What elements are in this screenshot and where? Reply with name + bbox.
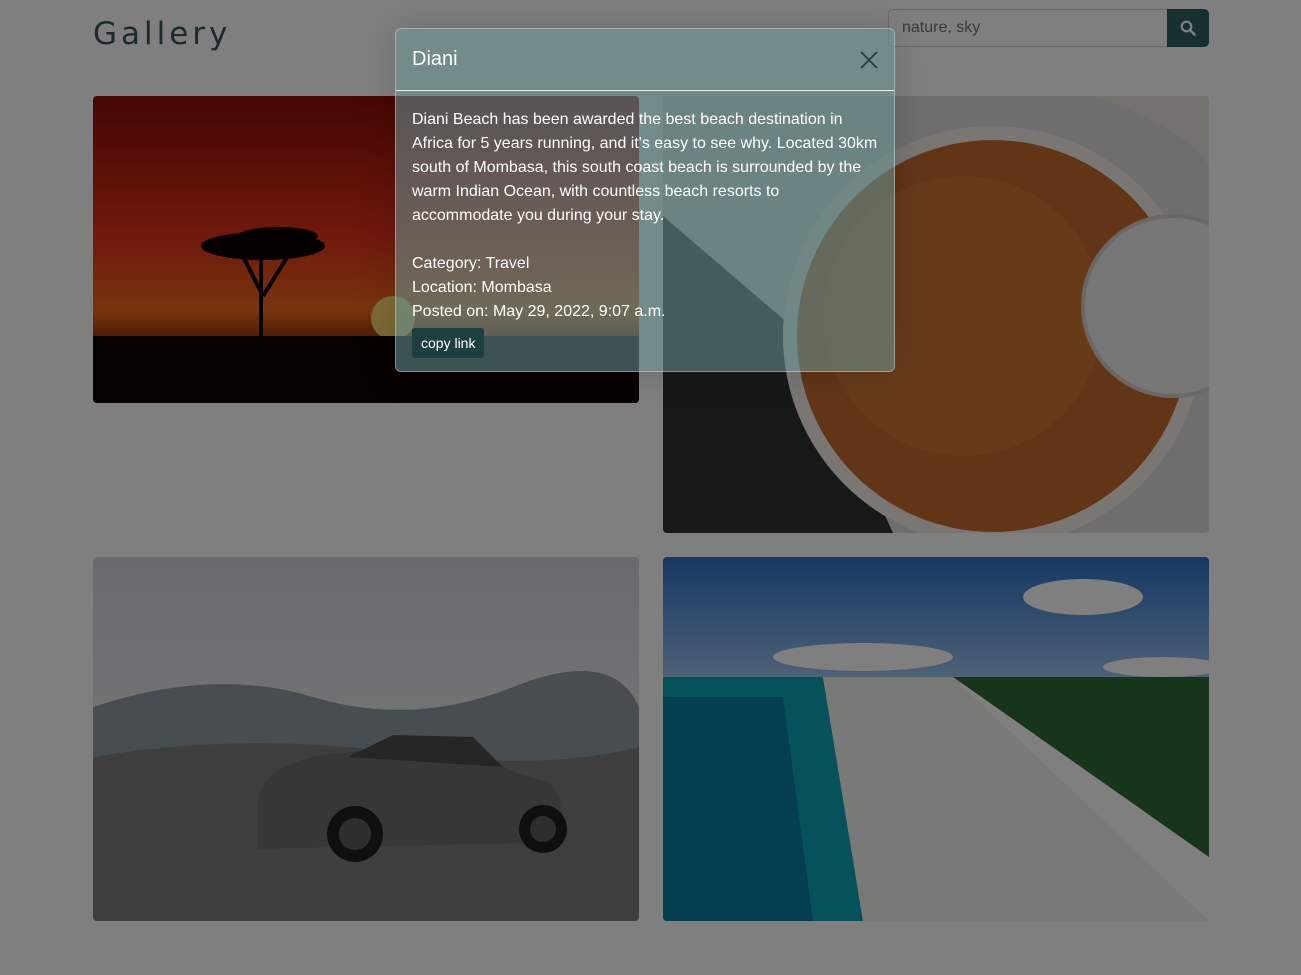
image-location: Location: Mombasa: [412, 279, 552, 296]
image-description: Diani Beach has been awarded the best be…: [412, 111, 878, 224]
modal-title: Diani: [412, 48, 458, 70]
copy-link-button[interactable]: copy link: [412, 328, 485, 358]
modal-body: Diani Beach has been awarded the best be…: [396, 91, 894, 358]
image-details-modal: Diani Diani Beach has been awarded the b…: [395, 28, 895, 372]
image-posted-date: Posted on: May 29, 2022, 9:07 a.m.: [412, 303, 666, 320]
image-category: Category: Travel: [412, 255, 530, 272]
modal-header: Diani: [396, 29, 894, 91]
close-button[interactable]: [858, 49, 880, 71]
close-icon: [860, 50, 878, 69]
